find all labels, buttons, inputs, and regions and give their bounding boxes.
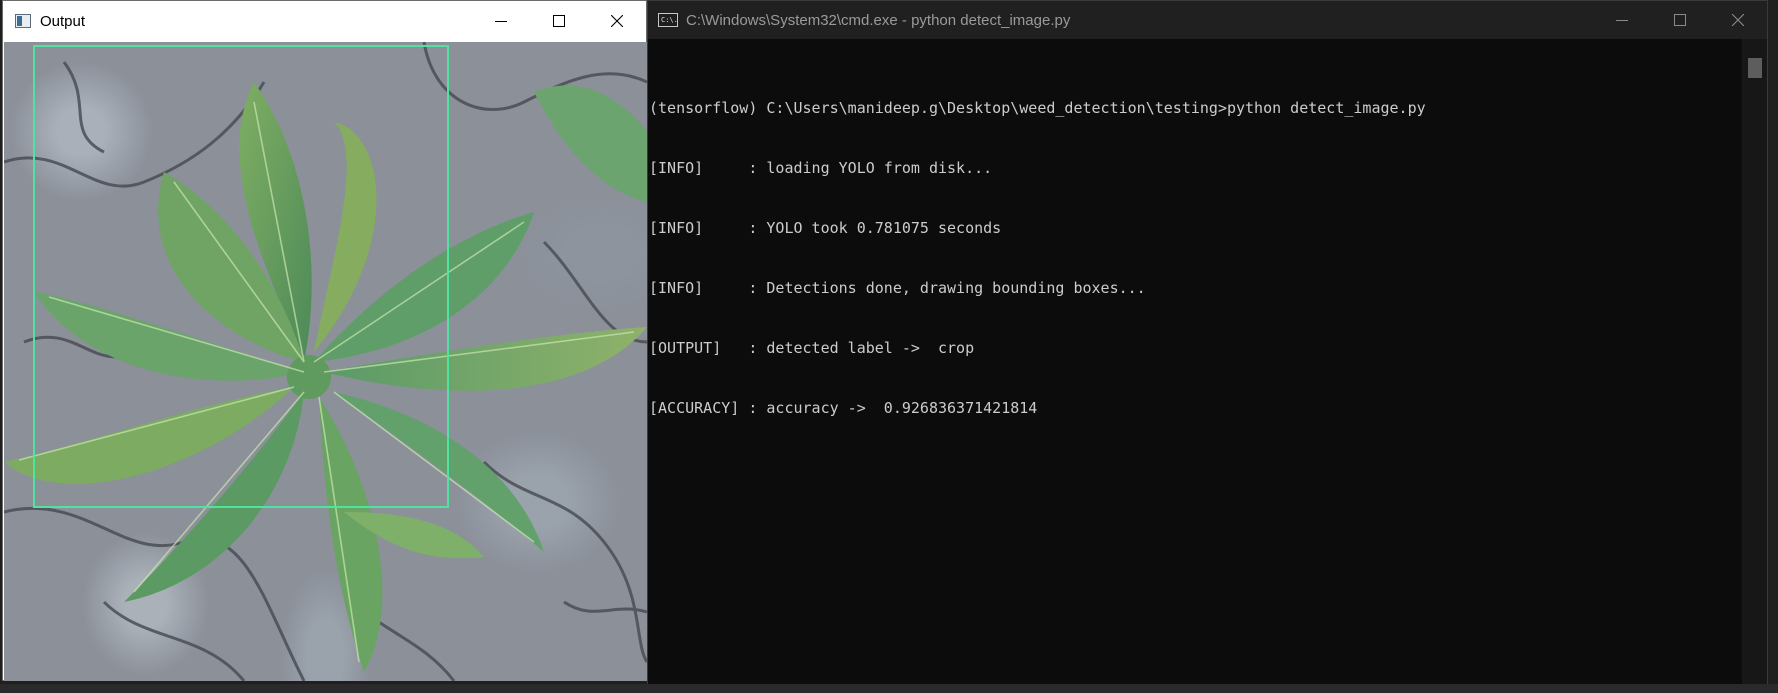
close-icon <box>1732 14 1744 26</box>
minimize-icon <box>495 21 507 22</box>
terminal-line: [ACCURACY] : accuracy -> 0.9268363714218… <box>649 399 1038 417</box>
desktop-background <box>0 684 1778 693</box>
cmd-window-controls <box>1593 1 1767 39</box>
cmd-close-button[interactable] <box>1709 1 1767 39</box>
cmd-maximize-button[interactable] <box>1651 1 1709 39</box>
terminal-line: [OUTPUT] : detected label -> crop <box>649 339 975 357</box>
terminal-output[interactable]: (tensorflow) C:\Users\manideep.g\Desktop… <box>648 39 1742 685</box>
cmd-scroll-thumb[interactable] <box>1748 58 1762 78</box>
output-minimize-button[interactable] <box>472 1 530 41</box>
cmd-window-title: C:\Windows\System32\cmd.exe - python det… <box>686 11 1071 29</box>
cmd-icon-label: C:\. <box>661 15 678 24</box>
cmd-icon: C:\. <box>658 13 678 27</box>
output-window-title: Output <box>40 12 86 30</box>
output-titlebar[interactable]: Output <box>3 1 646 41</box>
terminal-line: [INFO] : loading YOLO from disk... <box>649 159 993 177</box>
cmd-scrollbar[interactable] <box>1742 39 1767 685</box>
terminal-line: [INFO] : YOLO took 0.781075 seconds <box>649 219 1002 237</box>
close-icon <box>611 15 623 27</box>
cmd-window: C:\. C:\Windows\System32\cmd.exe - pytho… <box>647 0 1768 686</box>
maximize-icon <box>1674 14 1686 26</box>
cmd-minimize-button[interactable] <box>1593 1 1651 39</box>
terminal-line: [INFO] : Detections done, drawing boundi… <box>649 279 1146 297</box>
terminal-prompt-line: (tensorflow) C:\Users\manideep.g\Desktop… <box>649 99 1426 117</box>
maximize-icon <box>553 15 565 27</box>
detection-image <box>4 42 647 681</box>
minimize-icon <box>1616 20 1628 21</box>
detection-bounding-box <box>33 45 449 508</box>
cmd-titlebar[interactable]: C:\. C:\Windows\System32\cmd.exe - pytho… <box>648 1 1767 39</box>
output-window: Output <box>2 0 647 681</box>
output-close-button[interactable] <box>588 1 646 41</box>
output-maximize-button[interactable] <box>530 1 588 41</box>
image-window-icon <box>15 14 31 28</box>
output-window-controls <box>472 1 646 41</box>
